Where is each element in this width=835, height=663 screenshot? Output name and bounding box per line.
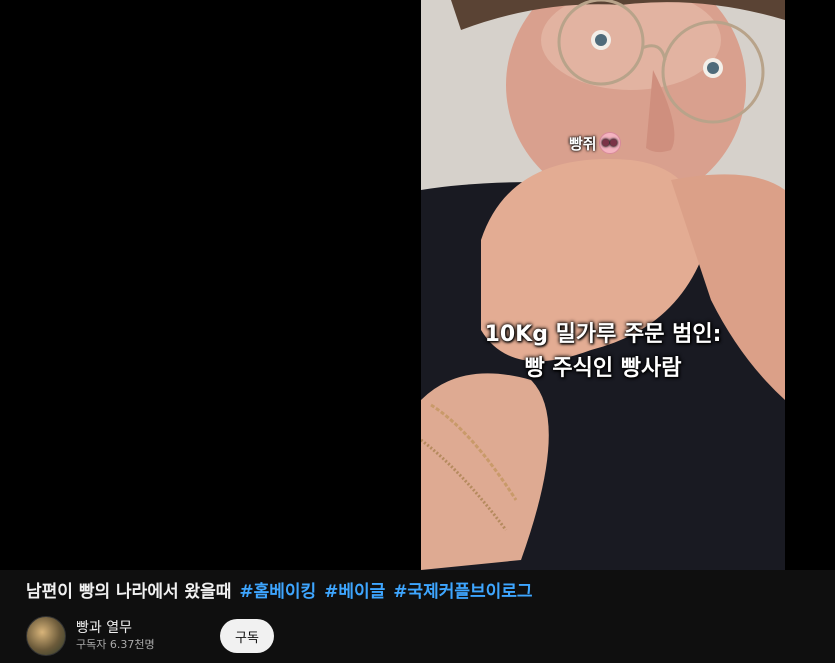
caption-top-text: 빵쥐	[569, 134, 597, 153]
subscribe-button[interactable]: 구독	[220, 619, 274, 653]
video-title-text: 남편이 빵의 나라에서 왔을때	[26, 582, 232, 602]
channel-name[interactable]: 빵과 열무	[76, 619, 186, 637]
subscriber-count: 구독자 6.37천명	[76, 638, 155, 651]
channel-owner-row: 빵과 열무 구독자 6.37천명 구독	[26, 616, 816, 656]
hashtag-link[interactable]: #국제커플브이로그	[393, 582, 532, 602]
video-caption-main: 10Kg 밀가루 주문 범인: 빵 주식인 빵사람	[421, 318, 785, 386]
pig-nose-icon: ●●	[598, 132, 621, 154]
channel-avatar[interactable]	[26, 616, 66, 656]
video-caption-top: 빵쥐 ●●	[569, 132, 621, 154]
video-metadata: 남편이 빵의 나라에서 왔을때 #홈베이킹 #베이글 #국제커플브이로그 빵과 …	[26, 578, 816, 656]
video-title: 남편이 빵의 나라에서 왔을때 #홈베이킹 #베이글 #국제커플브이로그	[26, 578, 816, 606]
hashtag-link[interactable]: #홈베이킹	[239, 582, 316, 602]
video-scene	[421, 0, 785, 570]
caption-line-1: 10Kg 밀가루 주문 범인:	[484, 322, 722, 347]
video-frame[interactable]: 빵쥐 ●● 10Kg 밀가루 주문 범인: 빵 주식인 빵사람	[421, 0, 785, 570]
channel-info: 빵과 열무 구독자 6.37천명	[76, 619, 186, 653]
hashtag-link[interactable]: #베이글	[324, 582, 385, 602]
caption-line-2: 빵 주식인 빵사람	[524, 356, 682, 381]
video-player-area[interactable]: 빵쥐 ●● 10Kg 밀가루 주문 범인: 빵 주식인 빵사람	[0, 0, 835, 570]
